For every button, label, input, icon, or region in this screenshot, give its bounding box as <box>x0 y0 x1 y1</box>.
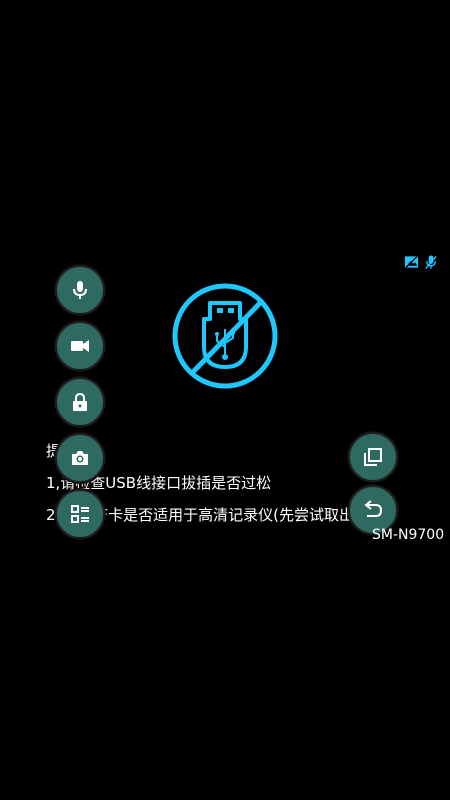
lock-icon <box>73 392 87 411</box>
device-model-label: SM-N9700 <box>372 527 445 543</box>
undo-icon <box>364 500 383 517</box>
menu-list-icon <box>71 505 89 523</box>
photo-button[interactable] <box>55 433 105 483</box>
file-list-button[interactable] <box>55 489 105 539</box>
lock-button[interactable] <box>55 377 105 427</box>
status-icons <box>404 254 438 270</box>
video-camera-icon <box>71 340 89 352</box>
mic-off-icon <box>425 255 437 270</box>
no-image-icon <box>404 254 419 269</box>
copy-icon <box>364 448 382 466</box>
camera-icon <box>72 451 88 465</box>
mic-button[interactable] <box>55 265 105 315</box>
video-record-button[interactable] <box>55 321 105 371</box>
copy-button[interactable] <box>348 432 398 482</box>
mic-icon <box>73 281 87 299</box>
usb-disconnected-icon <box>172 283 278 389</box>
